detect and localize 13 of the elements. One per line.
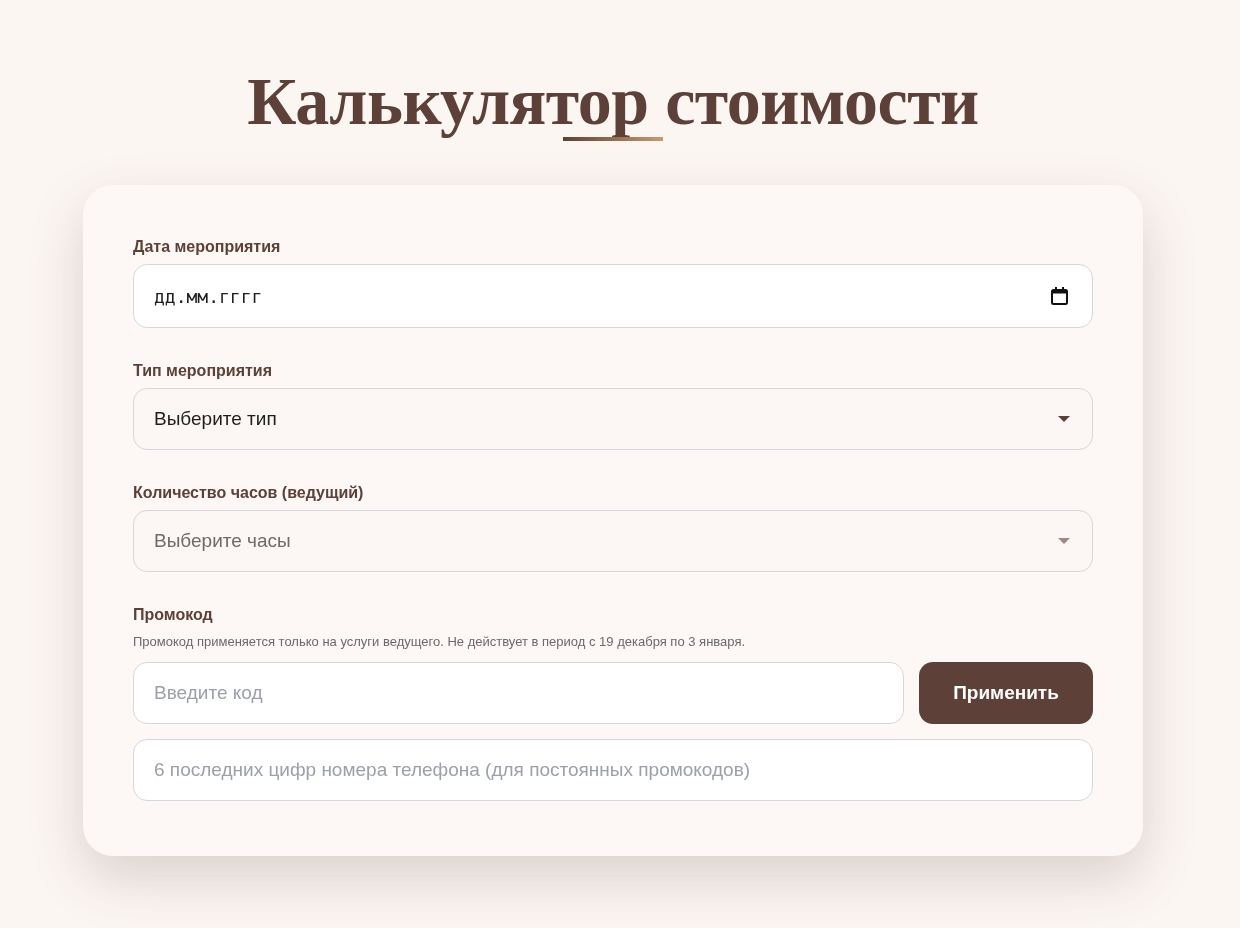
caret-icon (1058, 538, 1070, 544)
phone-digits-field[interactable]: 6 последних цифр номера телефона (для постоянных промокодов) (133, 739, 1093, 801)
promo-code-field[interactable]: Введите код (133, 662, 904, 724)
field-label: Дата мероприятия (133, 237, 281, 257)
calendar-icon (1051, 287, 1068, 305)
apply-button[interactable]: Применить (919, 662, 1093, 724)
select-field[interactable]: Выберите тип (133, 388, 1093, 450)
field-label: Промокод (133, 605, 213, 625)
caret-icon (1058, 416, 1070, 422)
hint-text: Промокод применяется только на услуги ведущего. Не действует в период с 19 декабря по 3 января. (133, 634, 746, 650)
date-field[interactable]: дд.мм.гггг (133, 264, 1093, 328)
field-label: Тип мероприятия (133, 361, 272, 381)
field-label: Количество часов (ведущий) (133, 483, 364, 503)
